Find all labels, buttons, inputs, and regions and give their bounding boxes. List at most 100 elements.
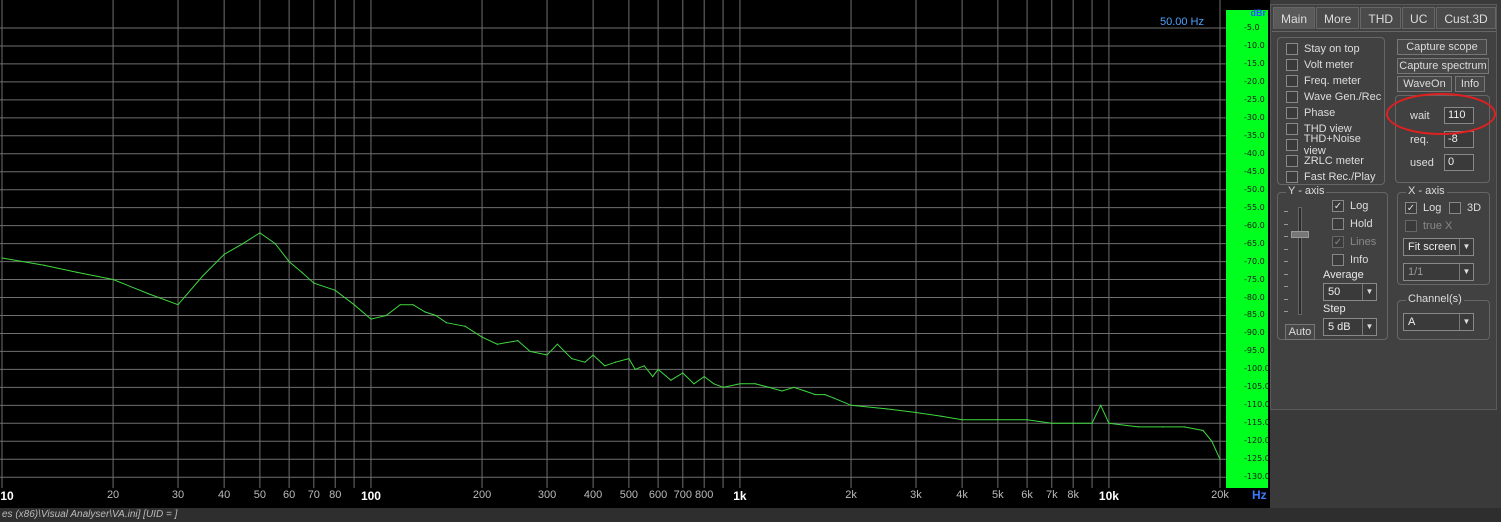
view-checkbox-row[interactable]: Stay on top xyxy=(1286,41,1360,57)
3d-label: 3D xyxy=(1467,202,1482,214)
x-tick-label: 500 xyxy=(619,489,639,501)
y-tick-label: -85.0 xyxy=(1244,310,1265,320)
used-label: used xyxy=(1410,156,1434,169)
view-checkbox-row[interactable]: Freq. meter xyxy=(1286,73,1361,89)
spectrum-point xyxy=(1072,422,1074,424)
3d-checkbox-row[interactable]: 3D xyxy=(1449,200,1481,216)
x-tick-label: 20k xyxy=(1211,489,1229,501)
step-select[interactable]: 5 dB ▼ xyxy=(1323,318,1377,336)
spectrum-point xyxy=(713,383,715,385)
used-field[interactable]: 0 xyxy=(1444,154,1474,171)
spectrum-point xyxy=(385,314,387,317)
y-tick-label: -125.0 xyxy=(1244,454,1270,464)
3d-checkbox[interactable] xyxy=(1449,202,1461,214)
spectrum-point xyxy=(997,419,999,421)
step-label: Step xyxy=(1323,303,1346,315)
x-tick-label: 10 xyxy=(0,489,14,503)
y-tick-label: -100.0 xyxy=(1244,364,1270,374)
lines-checkbox: ✓ xyxy=(1332,236,1344,248)
auto-button[interactable]: Auto xyxy=(1285,324,1315,340)
y-info-checkbox[interactable] xyxy=(1332,254,1344,266)
view-checkbox-row[interactable]: THD+Noise view xyxy=(1286,133,1384,157)
x-log-checkbox[interactable]: ✓ xyxy=(1405,202,1417,214)
control-panel: Main More THD UC Cust.3D Stay on top Volt met… xyxy=(1270,4,1497,410)
spectrum-point xyxy=(76,271,78,273)
view-checkbox[interactable] xyxy=(1286,75,1298,87)
spectrum-point xyxy=(481,336,483,338)
view-checkbox[interactable] xyxy=(1286,155,1298,167)
tab-more[interactable]: More xyxy=(1316,7,1360,29)
waveon-button[interactable]: WaveOn xyxy=(1397,76,1452,92)
fit-screen-select[interactable]: Fit screen ▼ xyxy=(1403,238,1474,256)
view-checkbox-label: Freq. meter xyxy=(1304,75,1361,87)
true-x-checkbox xyxy=(1405,220,1417,232)
y-tick-label: -110.0 xyxy=(1244,400,1270,410)
tab-uc[interactable]: UC xyxy=(1402,7,1436,29)
y-axis-slider[interactable] xyxy=(1298,207,1302,315)
spectrum-point xyxy=(940,415,942,417)
view-checkbox[interactable] xyxy=(1286,107,1298,119)
slider-tick xyxy=(1284,261,1288,262)
spectrum-point xyxy=(301,271,303,273)
y-tick-label: -65.0 xyxy=(1244,238,1265,248)
spectrum-point xyxy=(652,375,654,378)
view-checkbox[interactable] xyxy=(1286,171,1298,183)
y-log-checkbox[interactable]: ✓ xyxy=(1332,200,1344,212)
view-checkbox-row[interactable]: Phase xyxy=(1286,105,1335,121)
spectrum-point xyxy=(412,304,414,306)
ratio-select[interactable]: 1/1 ▼ xyxy=(1403,263,1474,281)
average-select[interactable]: 50 ▼ xyxy=(1323,283,1377,301)
y-axis-slider-thumb[interactable] xyxy=(1291,231,1309,238)
spectrum-point xyxy=(1091,422,1093,424)
view-checkbox[interactable] xyxy=(1286,43,1298,55)
view-checkbox[interactable] xyxy=(1286,123,1298,135)
spectrum-point xyxy=(643,365,645,367)
spectrum-plot[interactable]: 50.00 Hz dBr -5.0 -10.0 -15.0 -20.0 -25.0 -30… xyxy=(0,0,1270,510)
y-info-checkbox-row[interactable]: Info xyxy=(1332,252,1368,268)
spectrum-point xyxy=(754,383,756,385)
x-axis: Hz 10 20 30 40 50 60 70 80 100 200 300 400 500 600 700… xyxy=(0,488,1270,504)
view-checkbox-row[interactable]: ZRLC meter xyxy=(1286,153,1364,169)
view-checkbox-label: Stay on top xyxy=(1304,43,1360,55)
capture-spectrum-button[interactable]: Capture spectrum xyxy=(1397,58,1489,74)
hold-checkbox-row[interactable]: Hold xyxy=(1332,216,1373,232)
channel-select[interactable]: A ▼ xyxy=(1403,313,1474,331)
view-checkbox[interactable] xyxy=(1286,91,1298,103)
spectrum-point xyxy=(399,304,401,306)
average-label: Average xyxy=(1323,269,1364,281)
spectrum-canvas[interactable] xyxy=(0,0,1226,488)
x-tick-label: 6k xyxy=(1021,489,1033,501)
spectrum-point xyxy=(496,343,498,345)
spectrum-point xyxy=(781,390,783,392)
ratio-value: 1/1 xyxy=(1408,266,1424,278)
view-checkbox-row[interactable]: Volt meter xyxy=(1286,57,1354,73)
spectrum-point xyxy=(435,314,437,317)
x-tick-label: 50 xyxy=(253,489,267,501)
view-checkbox-row[interactable]: Wave Gen./Rec xyxy=(1286,89,1381,105)
y-log-checkbox-row[interactable]: ✓ Log xyxy=(1332,198,1368,214)
spectrum-point xyxy=(1202,429,1204,432)
info-button[interactable]: Info xyxy=(1455,76,1485,92)
spectrum-point xyxy=(517,340,519,342)
spectrum-point xyxy=(657,368,659,370)
view-checkbox[interactable] xyxy=(1286,139,1298,151)
tab-main[interactable]: Main xyxy=(1273,7,1316,29)
hold-checkbox[interactable] xyxy=(1332,218,1344,230)
y-tick-label: -75.0 xyxy=(1244,274,1265,284)
spectrum-point xyxy=(739,383,741,385)
annotation-circle xyxy=(1386,93,1496,135)
x-tick-label: 30 xyxy=(171,489,185,501)
x-log-checkbox-row[interactable]: ✓ Log xyxy=(1405,200,1441,216)
lines-label: Lines xyxy=(1350,236,1377,248)
x-tick-label: 20 xyxy=(106,489,120,501)
spectrum-point xyxy=(961,419,963,421)
visual-analyser-window: 50.00 Hz dBr -5.0 -10.0 -15.0 -20.0 -25.0 -30… xyxy=(0,0,1501,522)
view-checkbox-row[interactable]: Fast Rec./Play xyxy=(1286,169,1376,185)
used-row: used 0 xyxy=(1410,154,1474,171)
view-checkbox[interactable] xyxy=(1286,59,1298,71)
spectrum-point xyxy=(1211,440,1213,442)
capture-scope-button[interactable]: Capture scope xyxy=(1397,39,1487,55)
y-tick-label: -45.0 xyxy=(1244,166,1265,176)
tab-cust-3d[interactable]: Cust.3D xyxy=(1436,7,1496,29)
tab-thd[interactable]: THD xyxy=(1360,7,1402,29)
